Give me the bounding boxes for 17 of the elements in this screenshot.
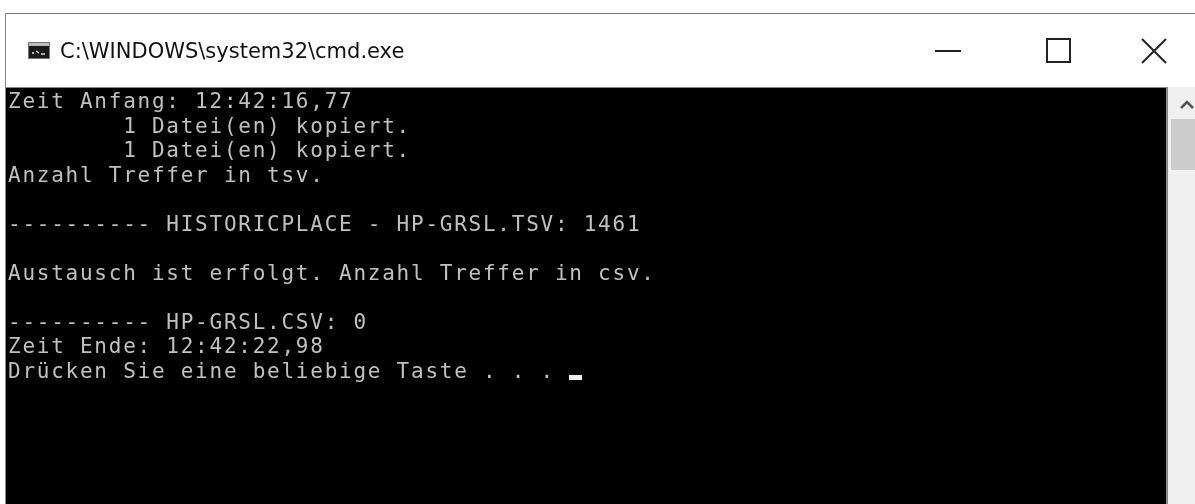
- console-line: ---------- HP-GRSL.CSV: 0: [8, 309, 368, 334]
- console-line: Anzahl Treffer in tsv.: [8, 162, 325, 187]
- scroll-up-icon[interactable]: [1179, 100, 1194, 109]
- console-line: 1 Datei(en) kopiert.: [122, 138, 411, 163]
- scrollbar-thumb[interactable]: [1170, 119, 1195, 170]
- console-line: Drücken Sie eine beliebige Taste . . .: [8, 358, 556, 383]
- minimize-icon: [935, 49, 961, 52]
- console-line: Austausch ist erfolgt. Anzahl Treffer in csv.: [8, 260, 656, 285]
- window-title: C:\WINDOWS\system32\cmd.exe: [60, 38, 405, 63]
- console-line: ---------- HISTORICPLACE - HP-GRSL.TSV: 1461: [8, 211, 642, 236]
- console-line: Zeit Ende: 12:42:22,98: [8, 334, 325, 359]
- close-icon: [1141, 37, 1167, 64]
- vertical-scrollbar[interactable]: [1168, 87, 1195, 504]
- console-line: 1 Datei(en) kopiert.: [122, 113, 411, 138]
- console-icon: [28, 42, 50, 59]
- console-line: Zeit Anfang: 12:42:16,77: [8, 89, 354, 114]
- maximize-icon: [1045, 38, 1071, 63]
